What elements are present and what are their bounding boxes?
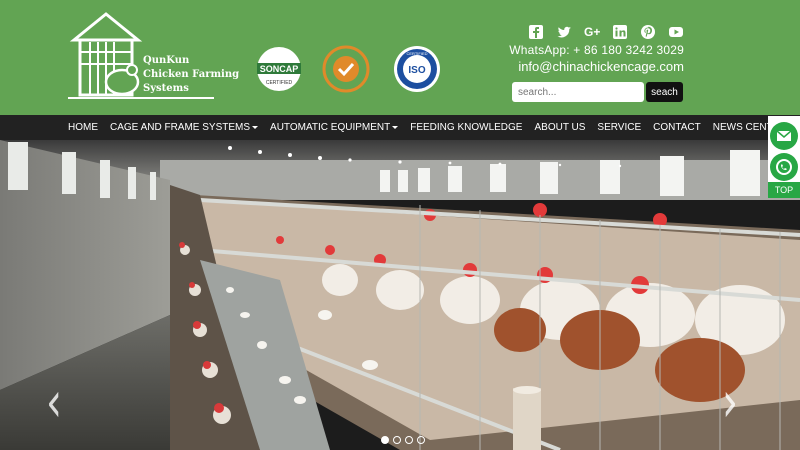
- carousel-dot-1[interactable]: [381, 436, 389, 444]
- nav-item-label: CONTACT: [653, 122, 701, 133]
- twitter-icon[interactable]: [556, 24, 572, 40]
- carousel-prev-arrow[interactable]: ‹: [46, 371, 62, 435]
- chevron-down-icon: [252, 125, 259, 129]
- carousel-dot-3[interactable]: [405, 436, 413, 444]
- logo-line-3: Systems: [143, 83, 189, 94]
- youtube-icon[interactable]: [668, 24, 684, 40]
- nav-item-label: HOME: [68, 122, 98, 133]
- nav-item-label: ABOUT US: [534, 122, 586, 133]
- logo-text: QunKun Chicken Farming Systems: [143, 54, 239, 96]
- search-button[interactable]: seach: [646, 82, 683, 102]
- soncap-label: SONCAP: [260, 64, 299, 74]
- soncap-badge: SONCAP CERTIFIED: [257, 47, 301, 91]
- google-plus-icon[interactable]: G+: [584, 24, 600, 40]
- main-nav: HOME CAGE AND FRAME SYSTEMS AUTOMATIC EQ…: [0, 115, 800, 140]
- whatsapp-number[interactable]: WhatsApp: + 86 180 3242 3029: [509, 43, 684, 57]
- iso-badge: ISO CERTIFIED: [394, 46, 440, 92]
- carousel-dot-2[interactable]: [393, 436, 401, 444]
- search-input[interactable]: [512, 82, 644, 102]
- iso-sub-label: CERTIFIED: [406, 51, 427, 56]
- email-address[interactable]: info@chinachickencage.com: [518, 59, 684, 74]
- nav-item-service[interactable]: SERVICE: [591, 115, 647, 140]
- hero-carousel: ‹ ›: [0, 140, 800, 450]
- logo-line-2: Chicken Farming: [143, 69, 240, 80]
- nav-item-cage-and-frame-systems[interactable]: CAGE AND FRAME SYSTEMS: [104, 115, 264, 140]
- site-header: QunKun Chicken Farming Systems SONCAP CE…: [0, 0, 800, 115]
- iso-label: ISO: [408, 65, 425, 76]
- linkedin-icon[interactable]: [612, 24, 628, 40]
- nav-item-automatic-equipment[interactable]: AUTOMATIC EQUIPMENT: [264, 115, 404, 140]
- nav-item-label: AUTOMATIC EQUIPMENT: [270, 122, 391, 133]
- pinterest-icon[interactable]: [640, 24, 656, 40]
- nav-item-home[interactable]: HOME: [62, 115, 104, 140]
- nav-item-contact[interactable]: CONTACT: [647, 115, 707, 140]
- email-icon[interactable]: [770, 122, 798, 150]
- back-to-top-button[interactable]: TOP: [768, 182, 800, 198]
- logo-line-1: QunKun: [143, 55, 190, 66]
- social-links: G+: [528, 24, 684, 40]
- whatsapp-icon[interactable]: [770, 153, 798, 181]
- system-certification-badge: [322, 45, 370, 93]
- carousel-next-arrow[interactable]: ›: [722, 371, 738, 435]
- chevron-down-icon: [392, 125, 399, 129]
- hero-image-chicken-cages: [0, 140, 800, 450]
- nav-item-about-us[interactable]: ABOUT US: [528, 115, 591, 140]
- nav-item-label: CAGE AND FRAME SYSTEMS: [110, 122, 251, 133]
- nav-item-feeding-knowledge[interactable]: FEEDING KNOWLEDGE: [404, 115, 528, 140]
- soncap-sub-label: CERTIFIED: [266, 80, 293, 86]
- carousel-indicators: [381, 436, 425, 444]
- nav-item-label: FEEDING KNOWLEDGE: [410, 122, 523, 133]
- carousel-dot-4[interactable]: [417, 436, 425, 444]
- facebook-icon[interactable]: [528, 24, 544, 40]
- nav-item-label: SERVICE: [597, 122, 642, 133]
